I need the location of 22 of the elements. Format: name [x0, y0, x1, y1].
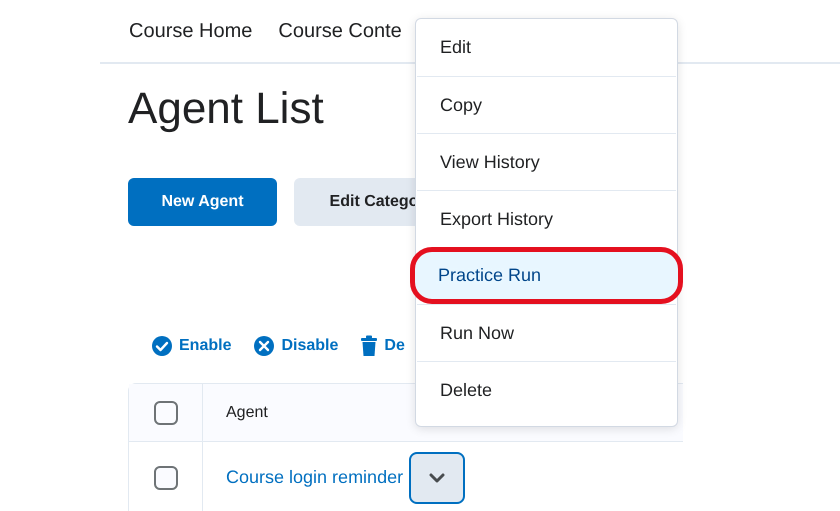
menu-item[interactable]: Practice Run — [410, 247, 683, 304]
menu-item[interactable]: Edit — [417, 19, 676, 76]
close-circle-icon — [253, 335, 276, 357]
checkbox[interactable] — [154, 400, 178, 424]
action-button[interactable]: Disable — [253, 335, 338, 357]
action-button[interactable]: De — [360, 335, 405, 357]
menu-item[interactable]: Run Now — [417, 304, 676, 361]
action-button[interactable]: Enable — [151, 335, 232, 357]
dropdown-button[interactable] — [409, 452, 466, 504]
check-circle-icon — [151, 335, 173, 357]
chevron-down-icon — [429, 473, 446, 483]
agent-link[interactable]: Course login reminder — [226, 467, 404, 488]
menu-item[interactable]: Copy — [417, 76, 676, 133]
nav-link[interactable]: Course Conte — [278, 20, 402, 42]
new-agent-button[interactable]: New Agent — [128, 178, 277, 226]
checkbox[interactable] — [154, 466, 178, 490]
menu-item[interactable]: View History — [417, 133, 676, 190]
trash-icon — [360, 335, 378, 357]
column-header: Agent — [226, 404, 268, 422]
nav-link[interactable]: Course Home — [129, 20, 252, 42]
menu-item[interactable]: Delete — [417, 361, 676, 418]
page-title: Agent List — [128, 84, 324, 135]
